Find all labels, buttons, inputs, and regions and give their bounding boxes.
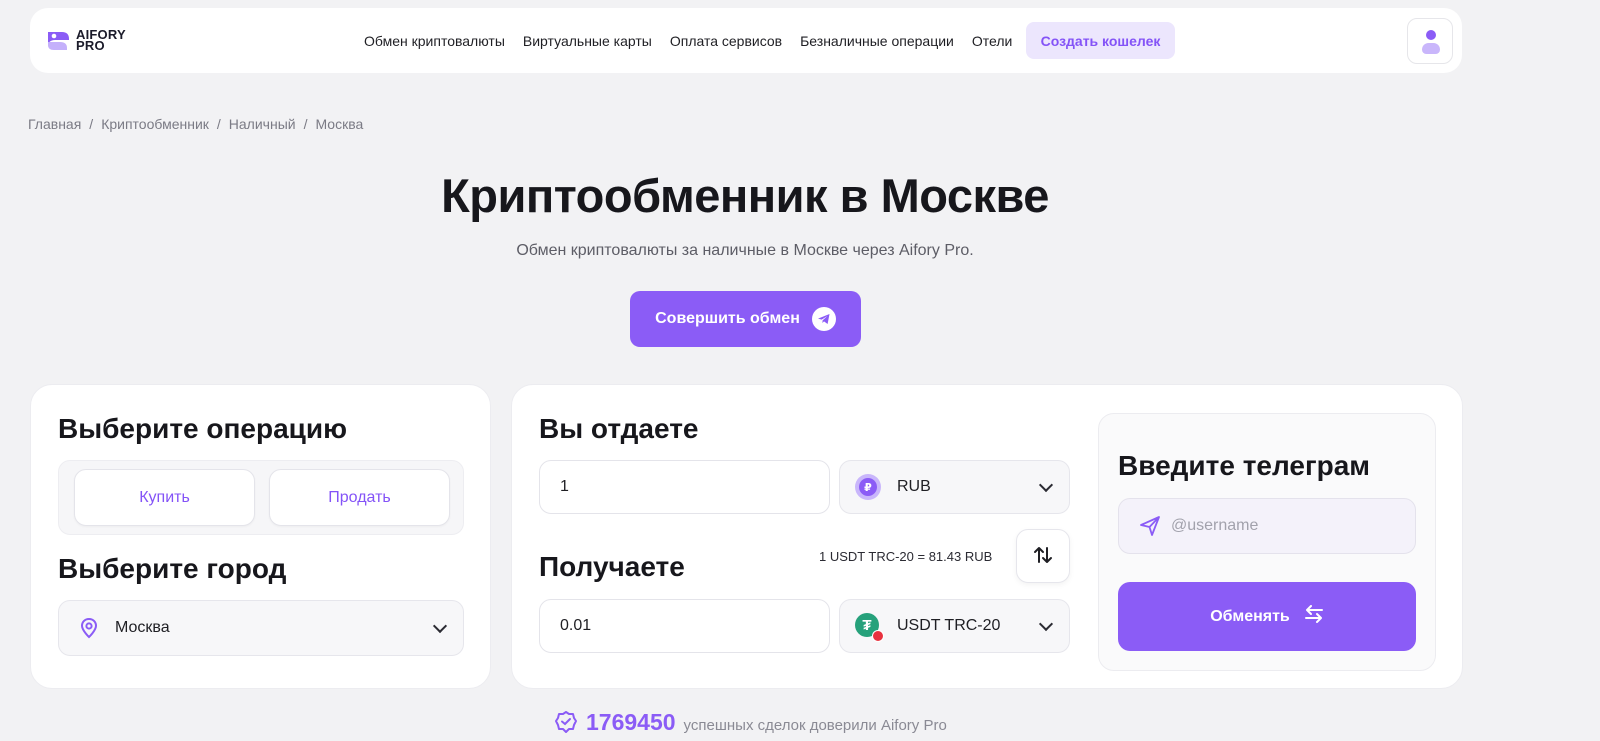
success-count-text: успешных сделок доверили Aifory Pro	[683, 717, 947, 734]
give-currency-select[interactable]: ₽ RUB	[839, 460, 1070, 514]
telegram-field[interactable]	[1118, 498, 1416, 554]
nav-service-payment[interactable]: Оплата сервисов	[670, 33, 782, 49]
operation-toggle: Купить Продать	[58, 460, 464, 535]
telegram-send-icon	[1139, 515, 1161, 537]
nav-hotels[interactable]: Отели	[972, 33, 1012, 49]
nav-virtual-cards[interactable]: Виртуальные карты	[523, 33, 652, 49]
receive-currency-value: USDT TRC-20	[897, 617, 1001, 634]
brand-name: AIFORY PRO	[76, 28, 126, 53]
make-exchange-button[interactable]: Совершить обмен	[630, 291, 861, 347]
exchange-submit-button[interactable]: Обменять	[1118, 582, 1416, 651]
usdt-trc20-coin-icon: ₮	[855, 613, 884, 642]
chevron-down-icon	[1038, 477, 1054, 493]
rub-coin-symbol: ₽	[859, 478, 877, 496]
top-header: AIFORY PRO Обмен криптовалюты Виртуальны…	[30, 8, 1462, 73]
page-subtitle: Обмен криптовалюты за наличные в Москве …	[516, 242, 974, 259]
exchange-submit-label: Обменять	[1210, 607, 1290, 625]
location-pin-icon	[79, 617, 99, 639]
buy-button[interactable]: Купить	[74, 469, 255, 526]
success-counter: 1769450 успешных сделок доверили Aifory …	[554, 706, 947, 736]
give-title: Вы отдаете	[539, 413, 699, 444]
operation-title: Выберите операцию	[58, 413, 347, 444]
receive-amount-input[interactable]	[540, 600, 829, 652]
user-profile-button[interactable]	[1407, 18, 1453, 64]
brand-name-line2: PRO	[76, 38, 105, 53]
main-nav: Обмен криптовалюты Виртуальные карты Опл…	[364, 8, 1043, 73]
city-title: Выберите город	[58, 553, 287, 584]
breadcrumb-separator: /	[303, 116, 308, 132]
breadcrumb: Главная / Криптообменник / Наличный / Мо…	[28, 116, 363, 132]
breadcrumb-current: Москва	[315, 116, 364, 132]
exchange-rate: 1 USDT TRC-20 = 81.43 RUB	[819, 549, 993, 564]
give-amount-input[interactable]	[540, 461, 829, 513]
nav-crypto-exchange[interactable]: Обмен криптовалюты	[364, 33, 505, 49]
page-title: Криптообменник в Москве	[441, 169, 1049, 222]
breadcrumb-separator: /	[216, 116, 221, 132]
create-wallet-button[interactable]: Создать кошелек	[1026, 22, 1175, 59]
operation-card: Выберите операцию Купить Продать Выберит…	[30, 384, 491, 689]
brand-logo[interactable]: AIFORY PRO	[46, 28, 126, 52]
give-currency-value: RUB	[897, 478, 931, 495]
receive-currency-select[interactable]: ₮ USDT TRC-20	[839, 599, 1070, 653]
swap-currencies-button[interactable]	[1016, 529, 1070, 583]
aifory-logo-icon	[46, 28, 72, 52]
telegram-panel: Введите телеграм Обменять	[1098, 413, 1436, 671]
give-amount-field[interactable]	[539, 460, 830, 514]
breadcrumb-separator: /	[89, 116, 94, 132]
chevron-down-icon	[1038, 616, 1054, 632]
telegram-title: Введите телеграм	[1118, 450, 1371, 481]
swap-vertical-icon	[1032, 544, 1054, 569]
telegram-username-input[interactable]	[1161, 499, 1415, 553]
sell-button[interactable]: Продать	[269, 469, 450, 526]
telegram-icon	[811, 307, 836, 331]
city-select[interactable]: Москва	[58, 600, 464, 656]
breadcrumb-home[interactable]: Главная	[28, 116, 81, 132]
city-select-value: Москва	[115, 619, 170, 636]
breadcrumb-crypto-exchanger[interactable]: Криптообменник	[101, 116, 209, 132]
tron-network-icon	[872, 630, 884, 642]
make-exchange-label: Совершить обмен	[655, 310, 800, 327]
chevron-down-icon	[432, 618, 448, 634]
nav-cashless-operations[interactable]: Безналичные операции	[800, 33, 954, 49]
success-count: 1769450	[586, 709, 676, 735]
exchange-arrows-icon	[1304, 605, 1324, 628]
receive-title: Получаете	[539, 551, 685, 582]
exchange-card: Вы отдаете ₽ RUB 1 USDT TRC-20 = 81.43 R…	[511, 384, 1463, 689]
receive-amount-field[interactable]	[539, 599, 830, 653]
rub-coin-icon: ₽	[855, 474, 881, 500]
breadcrumb-cash[interactable]: Наличный	[229, 116, 296, 132]
verified-badge-icon	[554, 710, 578, 734]
